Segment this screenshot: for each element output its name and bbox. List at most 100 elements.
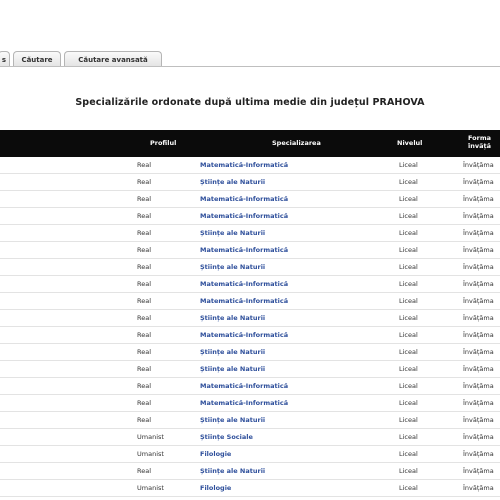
cell-specializare-link[interactable]: Științe ale Naturii [200, 314, 265, 322]
table-row: Real Matematică-Informatică Liceal Învățăma [0, 208, 500, 225]
table-row: Real Matematică-Informatică Liceal Învățăma [0, 293, 500, 310]
cell-forma: Învățăma [463, 195, 494, 203]
cell-specializare-link[interactable]: Matematică-Informatică [200, 331, 288, 339]
cell-specializare-link[interactable]: Matematică-Informatică [200, 212, 288, 220]
cell-profil: Real [137, 399, 152, 407]
cell-profil: Real [137, 382, 152, 390]
cell-profil: Real [137, 314, 152, 322]
cell-nivel: Liceal [399, 314, 418, 322]
cell-profil: Real [137, 263, 152, 271]
cell-nivel: Liceal [399, 416, 418, 424]
cell-profil: Umanist [137, 433, 164, 441]
cell-forma: Învățăma [463, 246, 494, 254]
cell-forma: Învățăma [463, 467, 494, 475]
cell-specializare-link[interactable]: Științe ale Naturii [200, 467, 265, 475]
cell-specializare-link[interactable]: Matematică-Informatică [200, 399, 288, 407]
cell-forma: Învățăma [463, 212, 494, 220]
cell-profil: Real [137, 331, 152, 339]
tab-cautare[interactable]: Căutare [13, 51, 61, 67]
table-row: Real Științe ale Naturii Liceal Învățăma [0, 361, 500, 378]
cell-nivel: Liceal [399, 297, 418, 305]
cell-specializare-link[interactable]: Matematică-Informatică [200, 246, 288, 254]
table-row: Real Matematică-Informatică Liceal Învățăma [0, 242, 500, 259]
cell-specializare-link[interactable]: Matematică-Informatică [200, 161, 288, 169]
cell-forma: Învățăma [463, 382, 494, 390]
cell-specializare-link[interactable]: Științe Sociale [200, 433, 253, 441]
header-profil[interactable]: Profilul [150, 139, 176, 147]
table-row: Real Matematică-Informatică Liceal Învățăma [0, 276, 500, 293]
cell-forma: Învățăma [463, 484, 494, 492]
tab-divider [0, 66, 500, 67]
cell-forma: Învățăma [463, 331, 494, 339]
tab-cautare-avansata[interactable]: Căutare avansată [64, 51, 162, 67]
cell-profil: Real [137, 348, 152, 356]
cell-profil: Real [137, 467, 152, 475]
cell-specializare-link[interactable]: Științe ale Naturii [200, 348, 265, 356]
table-row: Real Științe ale Naturii Liceal Învățăma [0, 344, 500, 361]
cell-nivel: Liceal [399, 229, 418, 237]
tab-strip: s Căutare Căutare avansată [0, 50, 165, 67]
table-row: Umanist Filologie Liceal Învățăma [0, 480, 500, 497]
cell-specializare-link[interactable]: Științe ale Naturii [200, 178, 265, 186]
table-row: Real Matematică-Informatică Liceal Învățăma [0, 395, 500, 412]
cell-specializare-link[interactable]: Științe ale Naturii [200, 263, 265, 271]
table-row: Real Științe ale Naturii Liceal Învățăma [0, 259, 500, 276]
page-title: Specializările ordonate după ultima medi… [75, 97, 425, 108]
cell-profil: Real [137, 212, 152, 220]
top-bar: s Căutare Căutare avansată [0, 0, 500, 67]
cell-profil: Real [137, 161, 152, 169]
table-row: Real Matematică-Informatică Liceal Învățăma [0, 191, 500, 208]
cell-forma: Învățăma [463, 365, 494, 373]
cell-profil: Real [137, 229, 152, 237]
header-nivel[interactable]: Nivelul [397, 139, 422, 147]
cell-forma: Învățăma [463, 416, 494, 424]
cell-specializare-link[interactable]: Științe ale Naturii [200, 416, 265, 424]
results-table: Profilul Specializarea Nivelul Forma înv… [0, 130, 500, 497]
cell-specializare-link[interactable]: Filologie [200, 450, 231, 458]
cell-profil: Umanist [137, 450, 164, 458]
cell-nivel: Liceal [399, 212, 418, 220]
table-row: Umanist Filologie Liceal Învățăma [0, 446, 500, 463]
cell-profil: Real [137, 365, 152, 373]
cell-nivel: Liceal [399, 382, 418, 390]
cell-nivel: Liceal [399, 263, 418, 271]
cell-nivel: Liceal [399, 195, 418, 203]
cell-forma: Învățăma [463, 450, 494, 458]
cell-nivel: Liceal [399, 484, 418, 492]
cell-forma: Învățăma [463, 433, 494, 441]
table-row: Real Științe ale Naturii Liceal Învățăma [0, 463, 500, 480]
cell-specializare-link[interactable]: Științe ale Naturii [200, 229, 265, 237]
cell-profil: Real [137, 416, 152, 424]
cell-profil: Umanist [137, 484, 164, 492]
cell-forma: Învățăma [463, 280, 494, 288]
cell-specializare-link[interactable]: Filologie [200, 484, 231, 492]
header-forma[interactable]: Forma învăță [468, 134, 500, 150]
cell-nivel: Liceal [399, 331, 418, 339]
cell-nivel: Liceal [399, 280, 418, 288]
cell-forma: Învățăma [463, 399, 494, 407]
cell-nivel: Liceal [399, 433, 418, 441]
cell-specializare-link[interactable]: Științe ale Naturii [200, 365, 265, 373]
cell-profil: Real [137, 246, 152, 254]
cell-nivel: Liceal [399, 467, 418, 475]
cell-specializare-link[interactable]: Matematică-Informatică [200, 280, 288, 288]
cell-specializare-link[interactable]: Matematică-Informatică [200, 195, 288, 203]
table-row: Real Științe ale Naturii Liceal Învățăma [0, 310, 500, 327]
cell-profil: Real [137, 178, 152, 186]
cell-nivel: Liceal [399, 178, 418, 186]
cell-profil: Real [137, 280, 152, 288]
table-row: Real Științe ale Naturii Liceal Învățăma [0, 412, 500, 429]
cell-profil: Real [137, 297, 152, 305]
table-row: Real Matematică-Informatică Liceal Învățăma [0, 327, 500, 344]
cell-nivel: Liceal [399, 365, 418, 373]
cell-specializare-link[interactable]: Matematică-Informatică [200, 297, 288, 305]
cell-forma: Învățăma [463, 229, 494, 237]
tab-home[interactable]: s [0, 51, 10, 67]
cell-forma: Învățăma [463, 348, 494, 356]
header-specializare[interactable]: Specializarea [272, 139, 321, 147]
cell-specializare-link[interactable]: Matematică-Informatică [200, 382, 288, 390]
table-body: Real Matematică-Informatică Liceal Învățăma… [0, 157, 500, 497]
cell-forma: Învățăma [463, 178, 494, 186]
cell-forma: Învățăma [463, 314, 494, 322]
table-row: Umanist Științe Sociale Liceal Învățăma [0, 429, 500, 446]
